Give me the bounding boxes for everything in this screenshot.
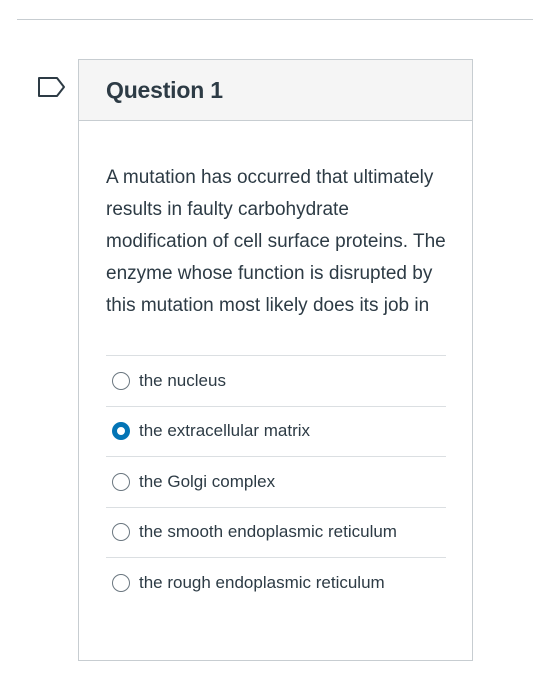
quiz-page: Question 1 A mutation has occurred that … [0,0,550,700]
question-body: A mutation has occurred that ultimately … [79,121,472,609]
radio-icon[interactable] [112,574,130,593]
answer-option[interactable]: the extracellular matrix [106,407,446,457]
radio-icon[interactable] [112,523,130,542]
top-divider [17,19,533,20]
question-card: Question 1 A mutation has occurred that … [78,59,473,661]
answer-label: the nucleus [139,370,226,390]
question-title: Question 1 [106,76,223,103]
flag-question-icon[interactable] [37,76,67,98]
answer-list: the nucleus the extracellular matrix the… [106,355,446,609]
answer-label: the smooth endoplasmic reticulum [139,522,397,542]
answer-option[interactable]: the Golgi complex [106,457,446,508]
answer-label: the Golgi complex [139,471,276,491]
question-header: Question 1 [79,60,472,121]
radio-icon[interactable] [112,422,130,441]
answer-option[interactable]: the rough endoplasmic reticulum [106,558,446,609]
answer-label: the rough endoplasmic reticulum [139,573,385,593]
answer-option[interactable]: the smooth endoplasmic reticulum [106,508,446,558]
answer-label: the extracellular matrix [139,421,311,441]
question-text: A mutation has occurred that ultimately … [106,167,446,316]
radio-icon[interactable] [112,371,130,390]
radio-icon[interactable] [112,472,130,491]
answer-option[interactable]: the nucleus [106,356,446,407]
